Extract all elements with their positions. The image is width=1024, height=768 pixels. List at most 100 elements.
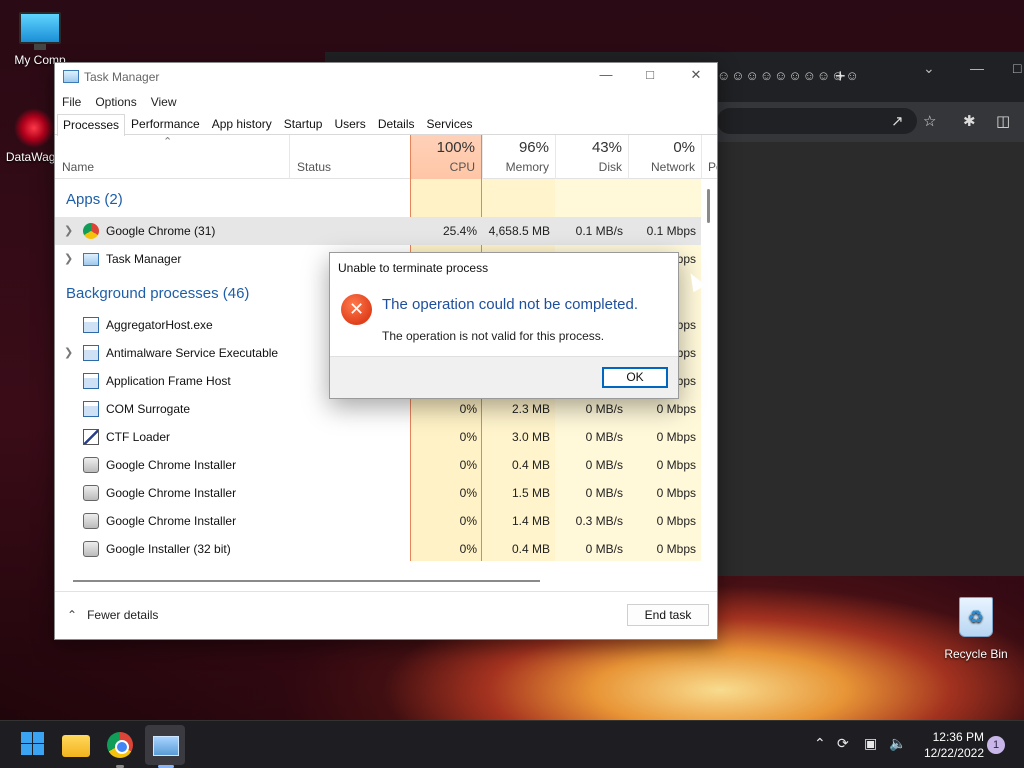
table-row[interactable]: COM Surrogate 0% 2.3 MB 0 MB/s 0 Mbps (55, 395, 701, 423)
installer-icon (83, 513, 99, 529)
expand-chevron-icon[interactable]: ❯ (64, 252, 73, 265)
chrome-taskbar-icon[interactable] (107, 732, 133, 758)
start-button[interactable] (18, 729, 50, 761)
tab-users[interactable]: Users (328, 113, 371, 134)
task-manager-icon (63, 70, 79, 83)
process-name: Antimalware Service Executable (106, 346, 279, 360)
datawage-icon (14, 108, 54, 148)
maximize-button[interactable]: □ (635, 67, 665, 87)
title-bar: Task Manager — □ ✕ (55, 63, 717, 91)
cpu-value: 0% (459, 542, 477, 556)
menu-file[interactable]: File (62, 91, 81, 113)
memory-value: 0.4 MB (511, 542, 550, 556)
computer-icon (19, 12, 61, 50)
vertical-scrollbar[interactable] (707, 189, 710, 223)
disk-value: 0 MB/s (585, 430, 623, 444)
file-explorer-icon[interactable] (62, 735, 90, 757)
extensions-icon[interactable]: ✱ (963, 112, 976, 130)
tab-services[interactable]: Services (421, 113, 479, 134)
column-label-network: Network (650, 160, 695, 174)
expand-chevron-icon[interactable]: ❯ (64, 224, 73, 237)
new-tab-button[interactable]: + (835, 66, 846, 87)
tab-startup[interactable]: Startup (278, 113, 329, 134)
memory-value: 4,658.5 MB (488, 224, 550, 238)
window-title: Task Manager (84, 70, 160, 84)
app-window-icon (83, 317, 99, 333)
desktop-icon-my-computer[interactable]: My Comp (0, 12, 80, 67)
column-header-row: ⌃ Name Status 100% CPU 96% Memory 43% Di… (55, 135, 717, 179)
table-row[interactable]: CTF Loader 0% 3.0 MB 0 MB/s 0 Mbps (55, 423, 701, 451)
cpu-value: 25.4% (442, 224, 477, 238)
task-manager-taskbar-icon[interactable] (145, 725, 185, 765)
process-name: Application Frame Host (106, 374, 231, 388)
installer-icon (83, 541, 99, 557)
table-row[interactable]: ❯ Google Chrome (31) 25.4% 4,658.5 MB 0.… (55, 217, 701, 245)
menu-view[interactable]: View (151, 91, 177, 113)
cpu-value: 0% (459, 458, 477, 472)
bookmark-star-icon[interactable]: ☆ (923, 112, 936, 130)
end-task-button[interactable]: End task (627, 604, 709, 626)
minimize-icon[interactable]: — (970, 60, 984, 76)
network-value: 0 Mbps (656, 402, 696, 416)
chevron-up-icon[interactable]: ⌃ (814, 735, 826, 752)
memory-value: 0.4 MB (511, 458, 550, 472)
memory-value: 1.5 MB (511, 486, 550, 500)
column-label-status: Status (297, 160, 332, 174)
notification-badge[interactable]: 1 (987, 736, 1005, 754)
clock-date: 12/22/2022 (923, 746, 984, 760)
desktop-icon-recycle-bin[interactable]: ♻ Recycle Bin (938, 597, 1014, 661)
fewer-details-link[interactable]: ⌃ Fewer details (67, 608, 158, 622)
cpu-value: 0% (459, 514, 477, 528)
menu-bar: File Options View (55, 91, 717, 113)
volume-icon[interactable]: 🔈 (889, 735, 906, 752)
expand-chevron-icon[interactable]: ❯ (64, 346, 73, 359)
horizontal-scrollbar[interactable] (73, 580, 540, 582)
side-panel-icon[interactable]: ◫ (996, 112, 1010, 130)
disk-value: 0.3 MB/s (575, 514, 623, 528)
maximize-icon[interactable]: □ (1013, 60, 1021, 76)
column-header-network[interactable]: 0% Network (628, 135, 701, 179)
column-header-memory[interactable]: 96% Memory (482, 135, 555, 179)
menu-options[interactable]: Options (95, 91, 136, 113)
sync-icon[interactable]: ⟳ (837, 735, 849, 752)
close-button[interactable]: ✕ (681, 67, 711, 87)
table-row[interactable]: Google Chrome Installer 0% 1.5 MB 0 MB/s… (55, 479, 701, 507)
tab-app-history[interactable]: App history (206, 113, 278, 134)
clock[interactable]: 12:36 PM 12/22/2022 (914, 729, 984, 761)
network-value: 0.1 Mbps (646, 224, 696, 238)
cpu-value: 0% (459, 430, 477, 444)
cpu-value: 0% (459, 486, 477, 500)
process-name: Task Manager (106, 252, 182, 266)
app-window-icon (83, 401, 99, 417)
fewer-details-label: Fewer details (87, 608, 159, 622)
disk-value: 0 MB/s (585, 458, 623, 472)
app-window-icon (83, 345, 99, 361)
dialog-heading: The operation could not be completed. (382, 296, 639, 313)
tab-details[interactable]: Details (372, 113, 421, 134)
tab-performance[interactable]: Performance (125, 113, 206, 134)
column-header-disk[interactable]: 43% Disk (555, 135, 628, 179)
column-header-power[interactable]: Po (701, 135, 717, 179)
table-row[interactable]: Google Chrome Installer 0% 1.4 MB 0.3 MB… (55, 507, 701, 535)
column-label-cpu: CPU (449, 160, 475, 174)
group-header-background: Background processes (46) (66, 285, 250, 302)
memory-value: 1.4 MB (511, 514, 550, 528)
tab-search-icon[interactable]: ⌄ (923, 60, 935, 77)
tab-processes[interactable]: Processes (57, 114, 126, 136)
table-row[interactable]: Google Installer (32 bit) 0% 0.4 MB 0 MB… (55, 535, 701, 561)
network-value: 0 Mbps (656, 486, 696, 500)
error-dialog: Unable to terminate process ✕ The operat… (329, 252, 679, 399)
disk-value: 0 MB/s (585, 486, 623, 500)
column-header-name[interactable]: ⌃ Name (55, 135, 289, 179)
disk-value: 0 MB/s (585, 542, 623, 556)
network-icon[interactable]: ▣ (864, 735, 877, 752)
minimize-button[interactable]: — (591, 67, 621, 87)
table-row[interactable]: Google Chrome Installer 0% 0.4 MB 0 MB/s… (55, 451, 701, 479)
column-label-disk: Disk (598, 160, 622, 174)
address-bar[interactable] (717, 108, 917, 134)
share-icon[interactable]: ↗ (891, 112, 904, 130)
process-name: CTF Loader (106, 430, 171, 444)
column-header-cpu[interactable]: 100% CPU (410, 135, 482, 179)
ok-button[interactable]: OK (602, 367, 668, 388)
column-header-status[interactable]: Status (289, 135, 410, 179)
